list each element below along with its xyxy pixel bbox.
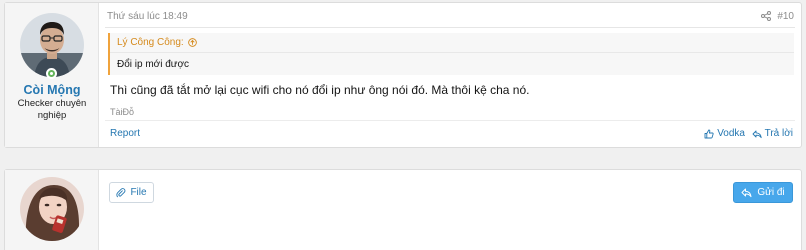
thumbs-up-icon: [704, 129, 714, 138]
quick-reply-box: File Gửi đi: [4, 169, 802, 250]
post-main: Thứ sáu lúc 18:49 #10 Lý Công Công: Đổi …: [99, 3, 801, 147]
header-divider: [105, 27, 795, 28]
post-date[interactable]: Thứ sáu lúc 18:49: [107, 11, 188, 22]
online-status-icon: [46, 68, 57, 79]
report-link[interactable]: Report: [110, 128, 140, 139]
paperclip-icon: [116, 187, 126, 197]
arrow-circle-up-icon[interactable]: [187, 38, 197, 47]
post: Còi Mộng Checker chuyên nghiệp Thứ sáu l…: [4, 2, 802, 148]
post-user-column: Còi Mộng Checker chuyên nghiệp: [5, 3, 99, 147]
send-reply-icon: [741, 188, 752, 198]
reply-user-column: [5, 170, 99, 250]
author-username[interactable]: Còi Mộng: [5, 83, 99, 97]
current-user-avatar[interactable]: [20, 177, 84, 241]
post-message: Thì cũng đã tắt mở lại cục wifi cho nó đ…: [110, 83, 530, 97]
react-button[interactable]: Vodka: [704, 128, 745, 139]
quote-block: Lý Công Công: Đổi ip mới được: [108, 33, 794, 75]
share-icon[interactable]: [761, 11, 771, 21]
footer-divider: [105, 120, 795, 121]
reply-icon: [752, 130, 762, 138]
quote-header[interactable]: Lý Công Công:: [117, 37, 197, 48]
reply-button[interactable]: Trả lời: [752, 128, 793, 139]
send-reply-button[interactable]: Gửi đi: [733, 182, 793, 203]
send-reply-label: Gửi đi: [757, 187, 785, 198]
quote-author[interactable]: Lý Công Công:: [117, 37, 184, 48]
react-label: Vodka: [717, 128, 745, 139]
quote-divider: [110, 52, 794, 53]
post-tag[interactable]: TàiĐỗ: [110, 107, 134, 117]
author-user-title: Checker chuyên nghiệp: [17, 98, 87, 121]
attach-file-label: File: [130, 187, 147, 198]
quote-text: Đổi ip mới được: [117, 59, 190, 70]
attach-file-button[interactable]: File: [109, 182, 154, 203]
post-number[interactable]: #10: [777, 11, 794, 22]
reply-label: Trả lời: [764, 128, 793, 139]
